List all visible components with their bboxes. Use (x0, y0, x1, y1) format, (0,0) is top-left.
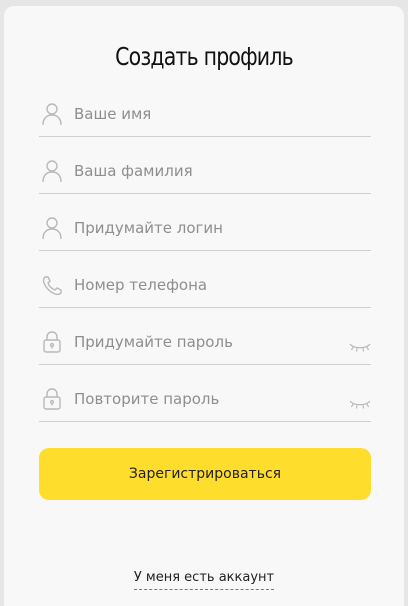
login-field[interactable]: Придумайте логин (39, 210, 371, 251)
register-button[interactable]: Зарегистрироваться (39, 448, 371, 500)
password-repeat-placeholder: Повторите пароль (74, 390, 220, 408)
phone-icon (41, 273, 63, 297)
password-placeholder: Придумайте пароль (74, 333, 233, 351)
eye-closed-icon[interactable] (349, 395, 371, 409)
user-icon (41, 102, 63, 126)
password-repeat-field[interactable]: Повторите пароль (39, 381, 371, 422)
first-name-placeholder: Ваше имя (74, 105, 152, 123)
lock-icon (41, 330, 63, 354)
first-name-field[interactable]: Ваше имя (39, 96, 371, 137)
login-placeholder: Придумайте логин (74, 219, 223, 237)
user-icon (41, 159, 63, 183)
eye-closed-icon[interactable] (349, 338, 371, 352)
register-button-label: Зарегистрироваться (128, 466, 282, 482)
registration-card: Создать профиль Ваше имя Ваша фамилия Пр… (4, 6, 404, 606)
last-name-placeholder: Ваша фамилия (74, 162, 193, 180)
lock-icon (41, 387, 63, 411)
phone-placeholder: Номер телефона (74, 276, 208, 294)
user-icon (41, 216, 63, 240)
phone-field[interactable]: Номер телефона (39, 267, 371, 308)
have-account-link[interactable]: У меня есть аккаунт (133, 570, 275, 590)
last-name-field[interactable]: Ваша фамилия (39, 153, 371, 194)
page-title: Создать профиль (115, 42, 294, 71)
password-field[interactable]: Придумайте пароль (39, 324, 371, 365)
have-account-link-container: У меня есть аккаунт (4, 566, 404, 590)
